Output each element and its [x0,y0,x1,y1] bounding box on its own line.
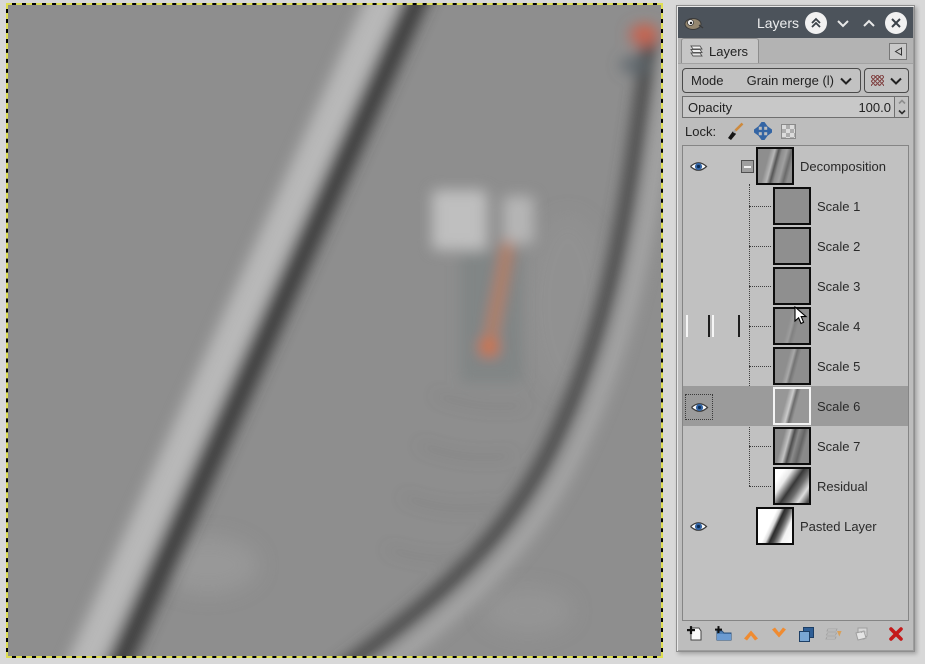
tab-menu-button[interactable] [889,43,907,60]
layer-row-scale6-selected[interactable]: Scale 6 [683,386,908,426]
layer-thumbnail[interactable] [773,387,811,425]
opacity-spinner [894,97,908,117]
layers-stack-icon [690,45,703,57]
layer-thumbnail[interactable] [773,427,811,465]
delete-layer-button[interactable] [884,622,907,646]
new-layer-button[interactable] [684,622,707,646]
paintbrush-icon[interactable] [725,121,745,141]
layer-name[interactable]: Pasted Layer [800,519,877,534]
chevron-down-icon [837,19,849,27]
layer-row-scale1[interactable]: Scale 1 [683,186,908,226]
layer-thumbnail[interactable] [773,227,811,265]
wilber-icon [684,17,704,30]
lines-down-arrow-icon [825,628,842,640]
tab-layers[interactable]: Layers [681,38,760,63]
layer-thumbnail[interactable] [773,187,811,225]
layer-row-scale3[interactable]: Scale 3 [683,266,908,306]
layers-toolbar [678,619,913,649]
close-button[interactable] [885,11,907,34]
lower-layer-button[interactable] [767,622,790,646]
dock-titlebar[interactable]: Layers [678,7,913,38]
new-group-button[interactable] [712,622,735,646]
layer-thumbnail[interactable] [773,347,811,385]
dock-title: Layers [756,14,799,31]
chevron-up-icon [743,630,758,641]
layer-thumbnail[interactable] [756,507,794,545]
lock-label: Lock: [685,123,717,139]
chevron-down-icon [890,77,902,85]
image-canvas[interactable] [8,5,661,656]
layer-name[interactable]: Scale 7 [817,439,860,454]
opacity-value: 100.0 [858,99,891,115]
mode-value: Grain merge (l) [746,73,834,88]
red-x-icon [888,627,903,641]
folder-plus-icon [715,626,732,641]
layer-row-scale7[interactable]: Scale 7 [683,426,908,466]
layer-name[interactable]: Scale 4 [817,319,860,334]
layer-name[interactable]: Decomposition [800,159,886,174]
layer-row-residual[interactable]: Residual [683,466,908,506]
chevron-down-icon [771,627,786,638]
canvas-boundary [6,3,663,658]
layer-thumbnail[interactable] [773,267,811,305]
layer-row-decomposition[interactable]: Decomposition [683,146,908,186]
alpha-checker-icon[interactable] [781,123,797,139]
mode-label: Mode [691,73,724,88]
layer-thumbnail[interactable] [756,147,794,185]
shade-button[interactable] [805,11,827,34]
group-expander[interactable] [741,160,754,173]
chevron-down-icon [840,77,852,85]
dock-raise-button[interactable] [859,13,879,33]
anchor-layer-button[interactable] [851,622,874,646]
page-plus-icon [687,626,702,641]
tab-label: Layers [709,43,749,59]
layer-mode-dropdown[interactable]: Mode Grain merge (l) [682,68,861,93]
crosshatch-swatch-icon [871,75,884,86]
opacity-slider[interactable]: Opacity 100.0 [682,96,909,118]
raise-layer-button[interactable] [740,622,763,646]
layer-name[interactable]: Scale 1 [817,199,860,214]
two-squares-icon [799,627,815,642]
opacity-label: Opacity [688,99,733,115]
tab-menu-arrow-icon [894,47,902,56]
layer-name[interactable]: Scale 5 [817,359,860,374]
dock-tab-row: Layers [678,38,913,64]
visibility-eye-icon[interactable] [685,514,711,538]
duplicate-layer-button[interactable] [795,622,818,646]
chevron-up-icon [863,19,875,27]
layer-name[interactable]: Residual [817,479,868,494]
layer-name[interactable]: Scale 3 [817,279,860,294]
layer-row-pasted[interactable]: Pasted Layer [683,506,908,546]
dock-lower-button[interactable] [833,13,853,33]
lock-row: Lock: [685,120,797,142]
close-icon [891,17,901,28]
layer-name[interactable]: Scale 6 [817,399,860,414]
visibility-eye-icon[interactable] [685,394,713,420]
shade-double-chevron-icon [811,17,821,28]
layer-row-scale5[interactable]: Scale 5 [683,346,908,386]
layer-row-scale2[interactable]: Scale 2 [683,226,908,266]
spin-down-button[interactable] [895,107,908,117]
sheets-icon [855,627,868,641]
spin-down-icon [897,109,906,115]
mode-row: Mode Grain merge (l) [682,68,909,93]
blend-space-dropdown[interactable] [864,68,909,93]
move-cross-icon[interactable] [754,122,773,140]
layer-list[interactable]: Decomposition Scale 1 Scale 2 Scale 3 Sc… [682,145,909,621]
layers-dock-window: Layers Layers Mode Grain merge (l) Opaci… [676,5,915,652]
layer-name[interactable]: Scale 2 [817,239,860,254]
spin-up-button[interactable] [895,97,908,107]
spin-up-icon [897,99,906,105]
gimp-screen: Layers Layers Mode Grain merge (l) Opaci… [0,0,925,664]
mouse-cursor [794,306,808,325]
visibility-eye-icon[interactable] [685,154,711,178]
merge-down-button[interactable] [823,622,846,646]
layer-thumbnail[interactable] [773,467,811,505]
